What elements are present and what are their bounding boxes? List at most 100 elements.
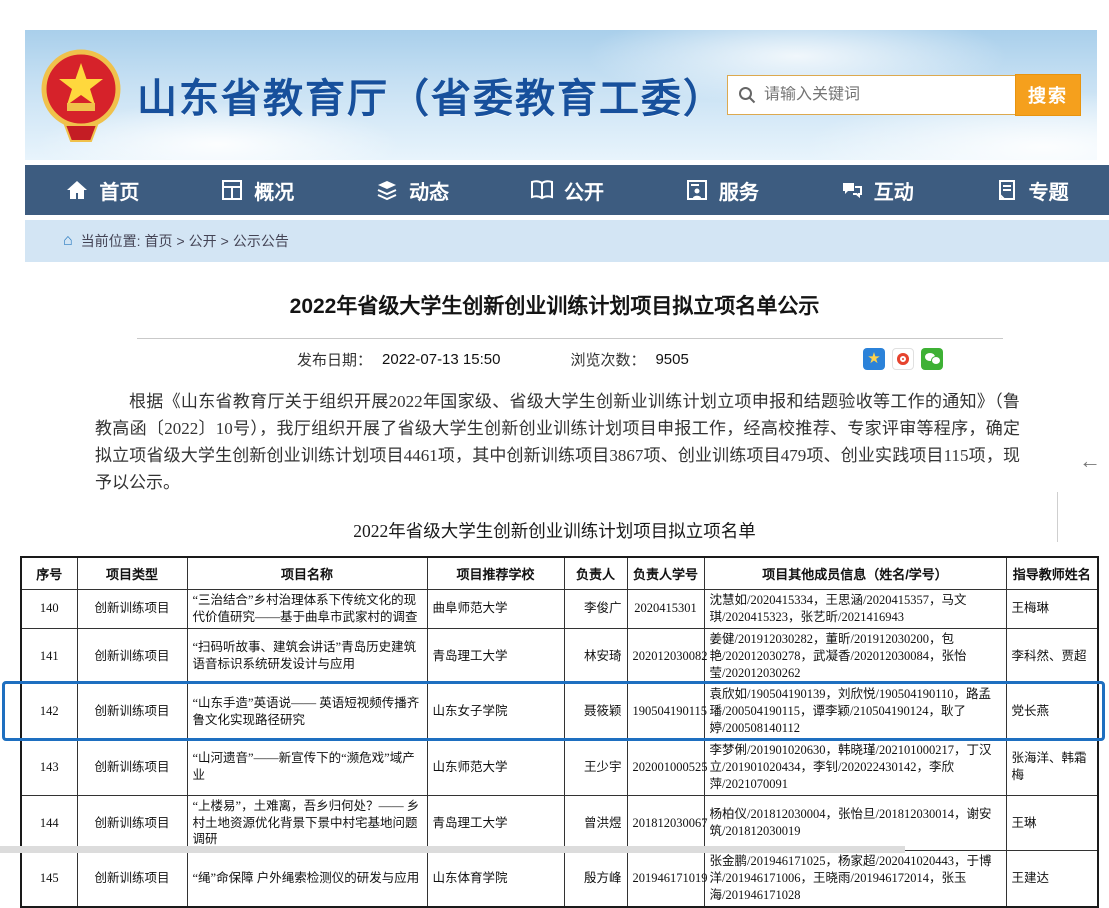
breadcrumb-home-icon: ⌂ [63, 232, 73, 250]
cell-type: 创新训练项目 [77, 795, 187, 851]
cell-leader-id: 202001000525 [627, 740, 704, 796]
views-label: 浏览次数： [570, 349, 645, 370]
cell-school: 青岛理工大学 [427, 795, 564, 851]
nav-label: 专题 [1029, 176, 1069, 205]
nav-item-topics[interactable]: 专题 [954, 165, 1109, 215]
cell-title: “扫码听故事、建筑会讲话”青岛历史建筑语音标识系统研发设计与应用 [187, 628, 427, 684]
cell-school: 山东女子学院 [427, 684, 564, 740]
table-header-row: 序号 项目类型 项目名称 项目推荐学校 负责人 负责人学号 项目其他成员信息（姓… [21, 557, 1098, 590]
cell-index: 145 [21, 851, 77, 907]
site-search: 搜索 [727, 74, 1081, 116]
cell-leader-id: 190504190115 [627, 684, 704, 740]
search-button[interactable]: 搜索 [1015, 74, 1081, 116]
weibo-share-icon[interactable] [892, 348, 914, 370]
cell-title: “山河遗音”——新宣传下的“濒危戏”域产业 [187, 740, 427, 796]
table-caption: 2022年省级大学生创新创业训练计划项目拟立项名单 [0, 518, 1109, 543]
horizontal-scrollbar[interactable] [0, 846, 905, 853]
divider [137, 338, 1003, 339]
cell-members: 杨柏仪/201812030004，张怡旦/201812030014，谢安筑/20… [704, 795, 1006, 851]
breadcrumb-separator: > [221, 233, 229, 249]
col-header-type: 项目类型 [77, 557, 187, 590]
cell-leader: 林安琦 [564, 628, 627, 684]
cell-teacher: 王建达 [1006, 851, 1098, 907]
cell-leader-id: 2020415301 [627, 590, 704, 629]
search-input[interactable] [764, 86, 1005, 104]
cell-type: 创新训练项目 [77, 740, 187, 796]
main-nav: 首页 概况 动态 公开 服务 互动 专题 [25, 165, 1109, 215]
table-row[interactable]: 140 创新训练项目 “三治结合”乡村治理体系下传统文化的现代价值研究——基于曲… [21, 590, 1098, 629]
cell-school: 山东师范大学 [427, 740, 564, 796]
interaction-icon [840, 178, 864, 202]
national-emblem-logo [41, 47, 121, 143]
cell-index: 144 [21, 795, 77, 851]
nav-item-disclosure[interactable]: 公开 [490, 165, 645, 215]
breadcrumb-link-home[interactable]: 首页 [144, 231, 172, 251]
breadcrumb-prefix: 当前位置: [81, 231, 141, 251]
nav-label: 互动 [874, 176, 914, 205]
cell-leader: 李俊广 [564, 590, 627, 629]
table-row[interactable]: 143 创新训练项目 “山河遗音”——新宣传下的“濒危戏”域产业 山东师范大学 … [21, 740, 1098, 796]
nav-item-dynamics[interactable]: 动态 [335, 165, 490, 215]
topics-icon [995, 178, 1019, 202]
col-header-title: 项目名称 [187, 557, 427, 590]
cell-leader: 曾洪煜 [564, 795, 627, 851]
cell-leader: 殷方峰 [564, 851, 627, 907]
cell-members: 李梦俐/201901020630，韩晓瑾/202101000217，丁汉立/20… [704, 740, 1006, 796]
cell-teacher: 李科然、贾超 [1006, 628, 1098, 684]
cell-index: 140 [21, 590, 77, 629]
cell-members: 姜健/201912030282，董昕/201912030200，包艳/20201… [704, 628, 1006, 684]
cell-type: 创新训练项目 [77, 590, 187, 629]
breadcrumb: ⌂ 当前位置: 首页 > 公开 > 公示公告 [25, 220, 1109, 262]
page-title: 2022年省级大学生创新创业训练计划项目拟立项名单公示 [0, 290, 1109, 320]
cell-type: 创新训练项目 [77, 628, 187, 684]
table-row[interactable]: 145 创新训练项目 “绳”命保障 户外绳索检测仪的研发与应用 山东体育学院 殷… [21, 851, 1098, 907]
cell-title: “上楼易”，土难离，吾乡归何处？—— 乡村土地资源优化背景下景中村宅基地问题调研 [187, 795, 427, 851]
nav-item-home[interactable]: 首页 [25, 165, 180, 215]
cell-members: 沈慧如/2020415334，王思涵/2020415357，马文琪/202041… [704, 590, 1006, 629]
cell-title: “三治结合”乡村治理体系下传统文化的现代价值研究——基于曲阜市武家村的调查 [187, 590, 427, 629]
cell-leader-id: 201812030067 [627, 795, 704, 851]
col-header-leader-id: 负责人学号 [627, 557, 704, 590]
col-header-teacher: 指导教师姓名 [1006, 557, 1098, 590]
overview-icon [220, 178, 244, 202]
collapse-arrow-icon[interactable]: ← [1079, 450, 1101, 472]
nav-item-services[interactable]: 服务 [644, 165, 799, 215]
cell-school: 青岛理工大学 [427, 628, 564, 684]
search-icon [738, 86, 756, 104]
nav-item-interaction[interactable]: 互动 [799, 165, 954, 215]
table-row-highlighted[interactable]: 142 创新训练项目 “山东手造”英语说—— 英语短视频传播齐鲁文化实现路径研究… [21, 684, 1098, 740]
cell-index: 142 [21, 684, 77, 740]
col-header-school: 项目推荐学校 [427, 557, 564, 590]
table-row[interactable]: 141 创新训练项目 “扫码听故事、建筑会讲话”青岛历史建筑语音标识系统研发设计… [21, 628, 1098, 684]
cell-type: 创新训练项目 [77, 684, 187, 740]
cell-members: 袁欣如/190504190139，刘欣悦/190504190110，路孟璠/20… [704, 684, 1006, 740]
cell-teacher: 王琳 [1006, 795, 1098, 851]
cell-teacher: 王梅琳 [1006, 590, 1098, 629]
col-header-index: 序号 [21, 557, 77, 590]
breadcrumb-link-announcements[interactable]: 公示公告 [233, 231, 289, 251]
home-icon [65, 178, 89, 202]
search-box [727, 75, 1015, 115]
nav-label: 动态 [409, 176, 449, 205]
cell-index: 141 [21, 628, 77, 684]
views-value: 9505 [655, 351, 688, 368]
cell-leader-id: 202012030082 [627, 628, 704, 684]
share-bar: ★ [863, 348, 943, 370]
cell-school: 山东体育学院 [427, 851, 564, 907]
breadcrumb-link-disclosure[interactable]: 公开 [189, 231, 217, 251]
nav-label: 首页 [99, 176, 139, 205]
cell-teacher: 党长燕 [1006, 684, 1098, 740]
wechat-share-icon[interactable] [921, 348, 943, 370]
cell-title: “山东手造”英语说—— 英语短视频传播齐鲁文化实现路径研究 [187, 684, 427, 740]
cell-teacher: 张海洋、韩霜梅 [1006, 740, 1098, 796]
cell-leader-id: 201946171019 [627, 851, 704, 907]
side-scrollbar[interactable] [1057, 492, 1058, 542]
nav-label: 概况 [254, 176, 294, 205]
nav-item-overview[interactable]: 概况 [180, 165, 335, 215]
cell-leader: 聂筱颖 [564, 684, 627, 740]
qzone-share-icon[interactable]: ★ [863, 348, 885, 370]
cell-school: 曲阜师范大学 [427, 590, 564, 629]
article-meta: 发布日期： 2022-07-13 15:50 浏览次数： 9505 ★ [137, 348, 1003, 370]
table-row[interactable]: 144 创新训练项目 “上楼易”，土难离，吾乡归何处？—— 乡村土地资源优化背景… [21, 795, 1098, 851]
cell-index: 143 [21, 740, 77, 796]
